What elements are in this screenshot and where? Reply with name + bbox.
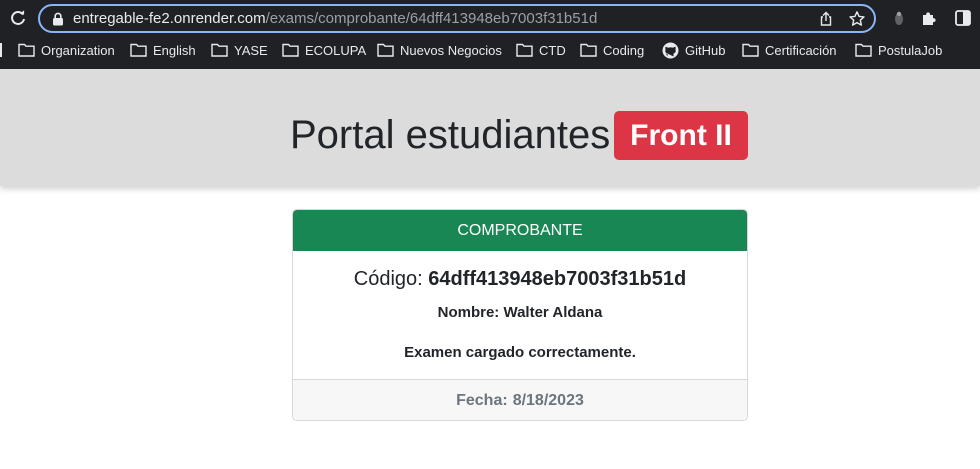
course-badge: Front II — [614, 111, 748, 160]
code-label: Código: — [353, 268, 423, 290]
reload-icon[interactable] — [8, 8, 28, 28]
bookmark-certificacion[interactable]: Certificación — [742, 40, 837, 60]
browser-chrome: entregable-fe2.onrender.com/exams/compro… — [0, 0, 980, 69]
success-message: Examen cargado correctamente. — [404, 344, 636, 361]
code-value: 64dff413948eb7003f31b51d — [428, 268, 687, 290]
bookmark-github[interactable]: GitHub — [662, 40, 725, 60]
url-path: /exams/comprobante/64dff413948eb7003f31b… — [265, 10, 598, 27]
lock-icon[interactable] — [52, 12, 64, 26]
bookmark-coding[interactable]: Coding — [580, 40, 644, 60]
name-value: Walter Aldana — [503, 304, 603, 321]
bookmark-ecolupa[interactable]: ECOLUPA — [282, 40, 366, 60]
date-value: 8/18/2023 — [512, 391, 584, 409]
bookmark-organization[interactable]: Organization — [18, 40, 115, 60]
side-panel-icon[interactable] — [954, 9, 972, 27]
folder-icon — [18, 43, 35, 57]
bookmark-star-icon[interactable] — [848, 10, 866, 28]
bookmark-label: Nuevos Negocios — [400, 42, 502, 58]
folder-icon — [377, 43, 394, 57]
bookmark-folder-edge — [0, 43, 2, 57]
folder-icon — [855, 43, 872, 57]
share-icon[interactable] — [818, 11, 834, 27]
exam-code: Código: 64dff413948eb7003f31b51d — [293, 267, 747, 291]
date-label: Fecha: — [456, 391, 508, 409]
url-host: entregable-fe2.onrender.com — [73, 10, 266, 27]
bookmark-label: CTD — [539, 42, 566, 58]
bookmark-label: GitHub — [685, 42, 726, 58]
card-header: COMPROBANTE — [293, 210, 747, 251]
bookmark-label: YASE — [234, 42, 268, 58]
bookmark-label: Certificación — [765, 42, 837, 58]
page-header: Portal estudiantes Front II — [0, 69, 980, 186]
bookmark-label: PostulaJob — [878, 42, 943, 58]
bookmark-postulajob[interactable]: PostulaJob — [855, 40, 942, 60]
address-row: entregable-fe2.onrender.com/exams/compro… — [0, 0, 980, 36]
folder-icon — [211, 43, 228, 57]
bookmark-english[interactable]: English — [130, 40, 196, 60]
bookmark-label: English — [153, 42, 196, 58]
bookmark-label: ECOLUPA — [305, 42, 367, 58]
student-name: Nombre: Walter Aldana — [293, 303, 747, 323]
bookmarks-bar: Organization English YASE ECOLUPA Nuevos… — [0, 36, 980, 64]
folder-icon — [742, 43, 759, 57]
bookmark-ctd[interactable]: CTD — [516, 40, 566, 60]
url-text[interactable]: entregable-fe2.onrender.com/exams/compro… — [73, 10, 597, 28]
folder-icon — [516, 43, 533, 57]
card-footer: Fecha: 8/18/2023 — [293, 379, 747, 420]
bookmark-yase[interactable]: YASE — [211, 40, 268, 60]
receipt-card: COMPROBANTE Código: 64dff413948eb7003f31… — [292, 209, 748, 421]
extensions-puzzle-icon[interactable] — [920, 9, 938, 27]
folder-icon — [130, 43, 147, 57]
bookmark-label: Organization — [41, 42, 115, 58]
address-bar[interactable]: entregable-fe2.onrender.com/exams/compro… — [38, 4, 876, 33]
folder-icon — [282, 43, 299, 57]
folder-icon — [580, 43, 597, 57]
bookmark-label: Coding — [603, 42, 645, 58]
bookmark-folder[interactable] — [0, 40, 2, 60]
github-icon — [662, 42, 679, 58]
name-label: Nombre: — [437, 304, 500, 321]
page-title: Portal estudiantes — [290, 113, 611, 157]
bookmark-nuevos-negocios[interactable]: Nuevos Negocios — [377, 40, 502, 60]
extension-icon[interactable] — [890, 9, 908, 27]
